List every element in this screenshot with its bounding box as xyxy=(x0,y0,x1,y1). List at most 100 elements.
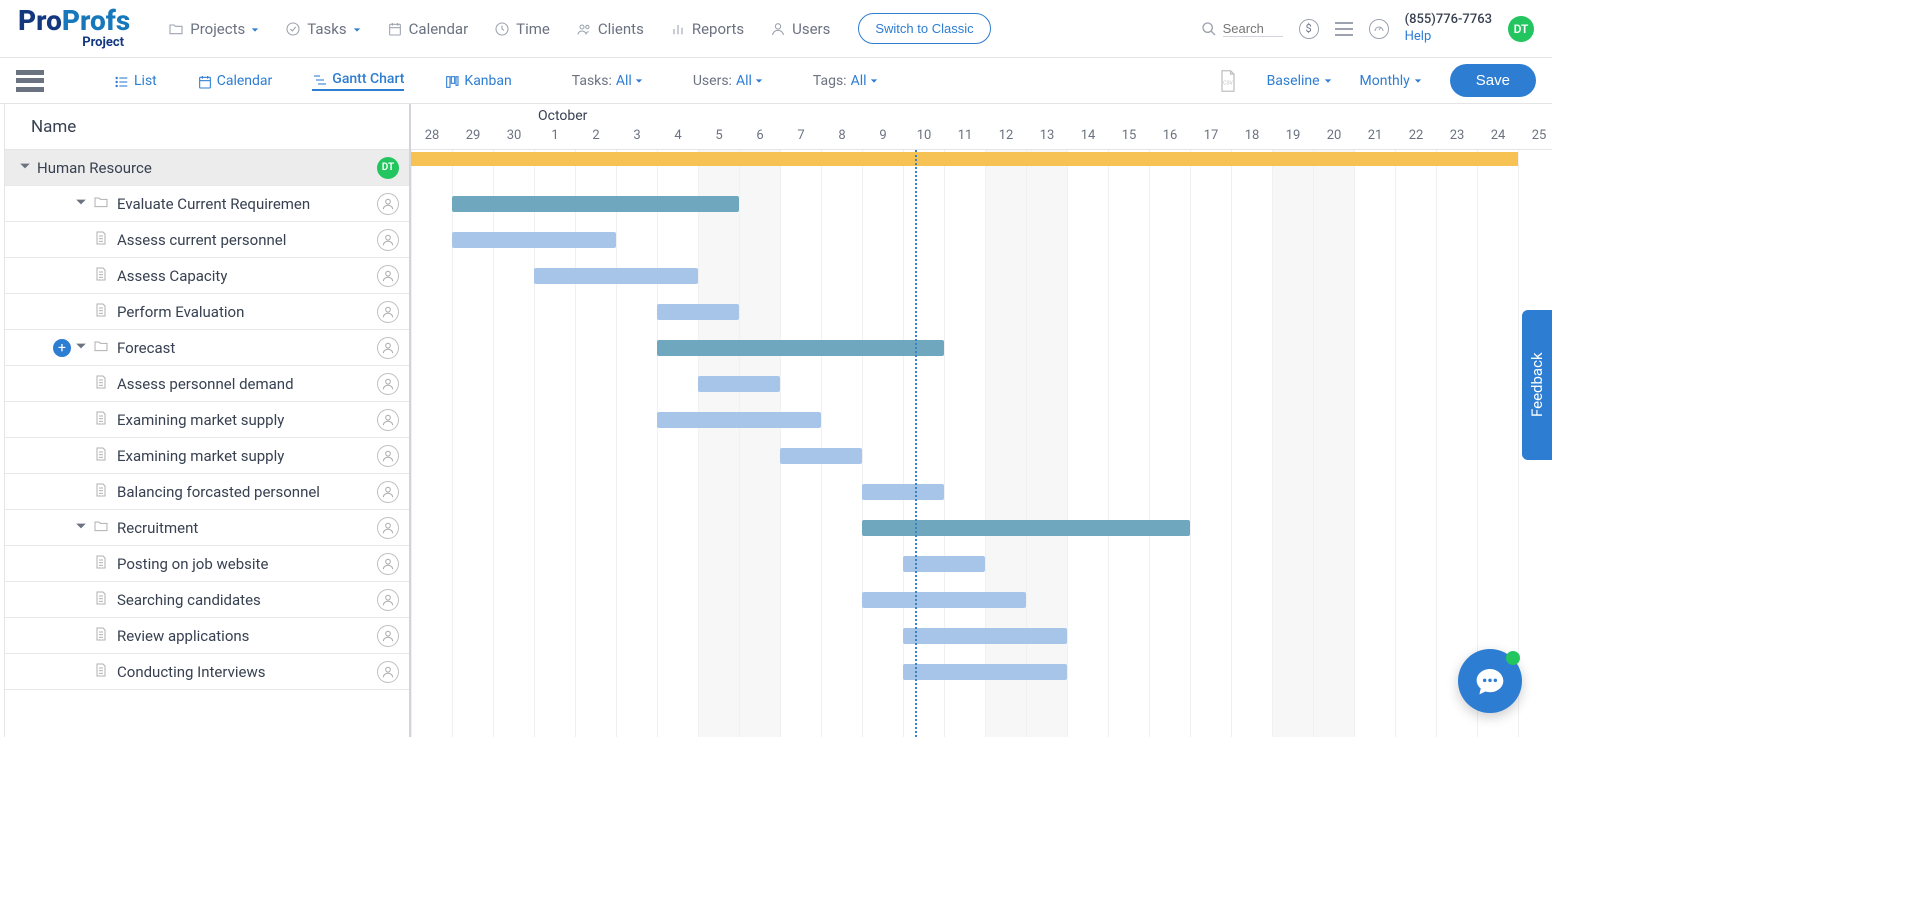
search-icon[interactable] xyxy=(1201,21,1217,37)
gantt-bar[interactable] xyxy=(657,412,821,428)
bar-row xyxy=(411,546,1552,582)
chat-bubble[interactable] xyxy=(1458,649,1522,713)
gantt-bar[interactable] xyxy=(452,196,739,212)
tree-row[interactable]: Assess personnel demand xyxy=(5,366,409,402)
tree-row[interactable]: Review applications xyxy=(5,618,409,654)
nav-label: Reports xyxy=(692,20,744,38)
chevron-down-icon[interactable] xyxy=(75,196,93,212)
tree-row[interactable]: Searching candidates xyxy=(5,582,409,618)
chevron-down-icon[interactable] xyxy=(19,160,37,176)
gantt-bar[interactable] xyxy=(657,340,944,356)
assignee-avatar[interactable] xyxy=(377,625,399,647)
gantt-bar[interactable] xyxy=(903,664,1067,680)
document-icon xyxy=(93,409,117,431)
view-gantt-chart[interactable]: Gantt Chart xyxy=(312,71,404,91)
assignee-avatar[interactable] xyxy=(377,193,399,215)
gantt-bar[interactable] xyxy=(862,484,944,500)
assignee-avatar[interactable] xyxy=(377,589,399,611)
tree-row[interactable]: Examining market supply xyxy=(5,402,409,438)
tree-row[interactable]: Examining market supply xyxy=(5,438,409,474)
gantt-bar[interactable] xyxy=(657,304,739,320)
search-input[interactable] xyxy=(1223,21,1283,37)
filter-value[interactable]: All xyxy=(851,73,878,89)
nav-projects[interactable]: Projects xyxy=(168,20,259,38)
monthly-label: Monthly xyxy=(1360,73,1410,89)
gantt-bars xyxy=(411,150,1552,690)
tree-row-label: Posting on job website xyxy=(117,555,268,573)
nav-users[interactable]: Users xyxy=(770,20,830,38)
assignee-avatar[interactable] xyxy=(377,517,399,539)
tree-row[interactable]: Perform Evaluation xyxy=(5,294,409,330)
gantt-bar[interactable] xyxy=(780,448,862,464)
assignee-avatar[interactable]: DT xyxy=(377,157,399,179)
switch-to-classic-button[interactable]: Switch to Classic xyxy=(858,13,990,44)
assignee-avatar[interactable] xyxy=(377,661,399,683)
gantt-scroll[interactable]: October 28293012345678910111213141516171… xyxy=(411,104,1552,737)
tree-row[interactable]: Human ResourceDT xyxy=(5,150,409,186)
tree-row[interactable]: Posting on job website xyxy=(5,546,409,582)
folder-icon xyxy=(93,517,117,539)
tree-row[interactable]: +Forecast xyxy=(5,330,409,366)
filter-value[interactable]: All xyxy=(616,73,643,89)
assignee-avatar[interactable] xyxy=(377,337,399,359)
day-header: 12 xyxy=(985,128,1026,150)
gantt-bar[interactable] xyxy=(862,592,1026,608)
chevron-down-icon xyxy=(635,73,643,89)
gantt-bar[interactable] xyxy=(698,376,780,392)
gantt-bar[interactable] xyxy=(534,268,698,284)
nav-clients[interactable]: Clients xyxy=(576,20,644,38)
nav-reports[interactable]: Reports xyxy=(670,20,744,38)
view-kanban[interactable]: Kanban xyxy=(444,73,511,89)
search-wrap xyxy=(1201,21,1283,37)
nav-time[interactable]: Time xyxy=(494,20,550,38)
nav-tasks[interactable]: Tasks xyxy=(285,20,360,38)
gantt-bar[interactable] xyxy=(903,628,1067,644)
view-calendar[interactable]: Calendar xyxy=(197,73,273,89)
speed-icon[interactable] xyxy=(1369,19,1389,39)
hamburger-icon[interactable] xyxy=(16,70,44,92)
day-header: 11 xyxy=(944,128,985,150)
day-header: 28 xyxy=(411,128,452,150)
assignee-avatar[interactable] xyxy=(377,445,399,467)
filter-value[interactable]: All xyxy=(736,73,763,89)
save-button[interactable]: Save xyxy=(1450,64,1536,97)
monthly-dropdown[interactable]: Monthly xyxy=(1360,73,1422,89)
currency-icon[interactable]: $ xyxy=(1299,19,1319,39)
chevron-down-icon xyxy=(251,20,259,38)
chevron-down-icon[interactable] xyxy=(75,340,93,356)
assignee-avatar[interactable] xyxy=(377,301,399,323)
tree-row[interactable]: Recruitment xyxy=(5,510,409,546)
assignee-avatar[interactable] xyxy=(377,553,399,575)
gantt-bar[interactable] xyxy=(452,232,616,248)
assignee-avatar[interactable] xyxy=(377,481,399,503)
tree-row[interactable]: Balancing forcasted personnel xyxy=(5,474,409,510)
gantt-bar[interactable] xyxy=(862,520,1190,536)
tree-row[interactable]: Assess Capacity xyxy=(5,258,409,294)
bar-chart-icon xyxy=(670,21,686,37)
view-label: Gantt Chart xyxy=(332,71,404,87)
tree-row[interactable]: Evaluate Current Requiremen xyxy=(5,186,409,222)
help-link[interactable]: Help xyxy=(1405,29,1492,46)
assignee-avatar[interactable] xyxy=(377,229,399,251)
user-avatar[interactable]: DT xyxy=(1508,16,1534,42)
bar-row xyxy=(411,330,1552,366)
feedback-tab[interactable]: Feedback xyxy=(1522,310,1552,460)
assignee-avatar[interactable] xyxy=(377,265,399,287)
document-icon xyxy=(93,625,117,647)
assignee-avatar[interactable] xyxy=(377,409,399,431)
nav-calendar[interactable]: Calendar xyxy=(387,20,469,38)
baseline-dropdown[interactable]: Baseline xyxy=(1267,73,1332,89)
menu-lines-icon[interactable] xyxy=(1335,22,1353,36)
tree-row[interactable]: Assess current personnel xyxy=(5,222,409,258)
view-list[interactable]: List xyxy=(114,73,157,89)
tree-row[interactable]: Conducting Interviews xyxy=(5,654,409,690)
gantt-bar[interactable] xyxy=(411,152,1518,166)
day-header: 29 xyxy=(452,128,493,150)
add-icon[interactable]: + xyxy=(53,339,71,357)
month-label: October xyxy=(538,108,587,124)
chevron-down-icon[interactable] xyxy=(75,520,93,536)
export-csv-icon[interactable]: CSV xyxy=(1217,69,1239,93)
document-icon xyxy=(93,481,117,503)
assignee-avatar[interactable] xyxy=(377,373,399,395)
logo[interactable]: ProProfs Project xyxy=(18,7,130,50)
